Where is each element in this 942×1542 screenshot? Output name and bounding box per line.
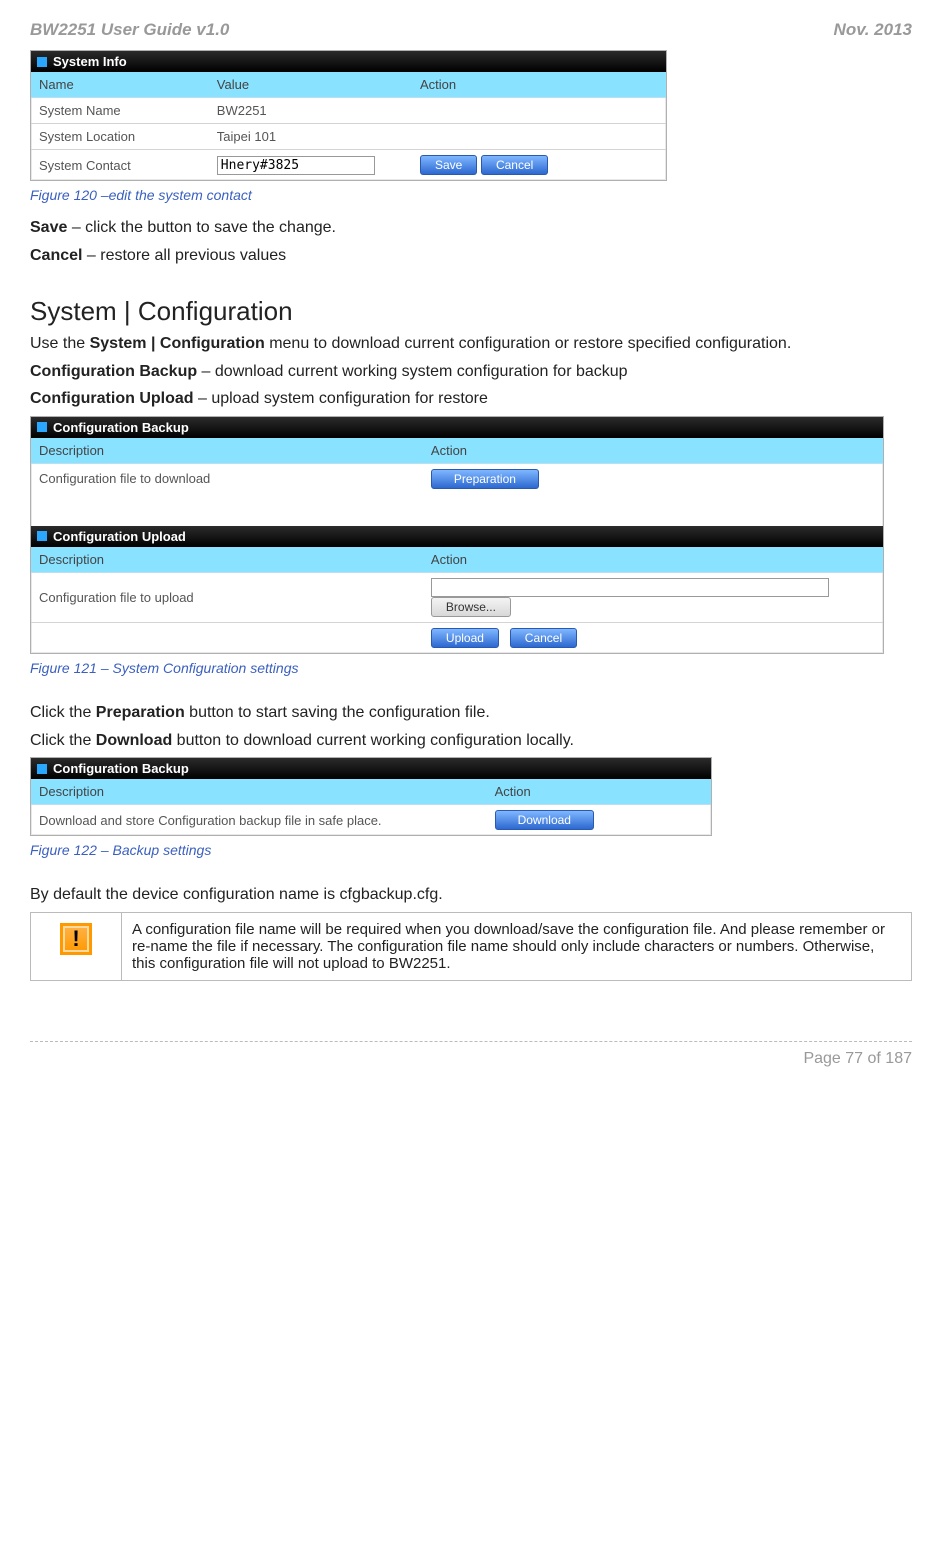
panel-title-config-upload: Configuration Upload	[31, 526, 883, 547]
cell-name: System Contact	[31, 150, 209, 181]
figure-caption-122: Figure 122 – Backup settings	[30, 842, 912, 858]
col-description: Description	[31, 547, 423, 573]
col-action: Action	[423, 438, 883, 464]
warning-text: A configuration file name will be requir…	[121, 913, 911, 980]
config-backup-table: Description Action Configuration file to…	[31, 438, 883, 526]
table-row: System Name BW2251	[31, 98, 666, 124]
header-right: Nov. 2013	[834, 20, 912, 40]
download-instruction: Click the Download button to download cu…	[30, 730, 912, 752]
table-row: System Location Taipei 101	[31, 124, 666, 150]
page-header: BW2251 User Guide v1.0 Nov. 2013	[30, 20, 912, 40]
browse-button[interactable]: Browse...	[431, 597, 511, 617]
default-name-text: By default the device configuration name…	[30, 884, 912, 906]
cell-description: Configuration file to upload	[31, 572, 423, 622]
header-left: BW2251 User Guide v1.0	[30, 20, 229, 40]
col-action: Action	[487, 779, 711, 805]
panel-title-download: Configuration Backup	[31, 758, 711, 779]
preparation-button[interactable]: Preparation	[431, 469, 539, 489]
page-footer: Page 77 of 187	[30, 1041, 912, 1068]
save-button[interactable]: Save	[420, 155, 477, 175]
table-row: System Contact Save Cancel	[31, 150, 666, 181]
table-row: Configuration file to upload Browse...	[31, 572, 883, 622]
col-description: Description	[31, 779, 487, 805]
download-panel: Configuration Backup Description Action …	[30, 757, 712, 836]
figure-caption-120: Figure 120 –edit the system contact	[30, 187, 912, 203]
square-icon	[37, 764, 47, 774]
section-heading: System | Configuration	[30, 296, 912, 327]
cancel-upload-button[interactable]: Cancel	[510, 628, 577, 648]
col-action: Action	[412, 72, 666, 98]
system-contact-input[interactable]	[217, 156, 375, 175]
cell-value: BW2251	[209, 98, 412, 124]
upload-button[interactable]: Upload	[431, 628, 499, 648]
cell-description: Download and store Configuration backup …	[31, 805, 487, 836]
col-description: Description	[31, 438, 423, 464]
download-button[interactable]: Download	[495, 810, 594, 830]
col-action: Action	[423, 547, 883, 573]
cell-description: Configuration file to download	[31, 463, 423, 494]
panel-title-config-backup: Configuration Backup	[31, 417, 883, 438]
table-row: Download and store Configuration backup …	[31, 805, 711, 836]
col-value: Value	[209, 72, 412, 98]
panel-title-text: Configuration Upload	[53, 529, 186, 544]
config-upload-table: Description Action Configuration file to…	[31, 547, 883, 653]
cell-name: System Location	[31, 124, 209, 150]
save-description: Save – click the button to save the chan…	[30, 217, 912, 239]
upload-path-input[interactable]	[431, 578, 829, 597]
table-row: Upload Cancel	[31, 622, 883, 653]
panel-title-system-info: System Info	[31, 51, 666, 72]
cancel-description: Cancel – restore all previous values	[30, 245, 912, 267]
system-info-panel: System Info Name Value Action System Nam…	[30, 50, 667, 181]
exclamation-icon: !	[60, 923, 92, 955]
config-intro: Use the System | Configuration menu to d…	[30, 333, 912, 355]
square-icon	[37, 531, 47, 541]
config-backup-upload-panel: Configuration Backup Description Action …	[30, 416, 884, 654]
config-upload-line: Configuration Upload – upload system con…	[30, 388, 912, 410]
panel-title-text: Configuration Backup	[53, 761, 189, 776]
warning-note: ! A configuration file name will be requ…	[30, 912, 912, 981]
cell-value: Taipei 101	[209, 124, 412, 150]
preparation-instruction: Click the Preparation button to start sa…	[30, 702, 912, 724]
warning-icon: !	[31, 913, 121, 980]
square-icon	[37, 422, 47, 432]
cell-name: System Name	[31, 98, 209, 124]
figure-caption-121: Figure 121 – System Configuration settin…	[30, 660, 912, 676]
square-icon	[37, 57, 47, 67]
cancel-button[interactable]: Cancel	[481, 155, 548, 175]
panel-title-text: Configuration Backup	[53, 420, 189, 435]
panel-title-text: System Info	[53, 54, 127, 69]
table-row: Configuration file to download Preparati…	[31, 463, 883, 494]
download-table: Description Action Download and store Co…	[31, 779, 711, 835]
config-backup-line: Configuration Backup – download current …	[30, 361, 912, 383]
col-name: Name	[31, 72, 209, 98]
system-info-table: Name Value Action System Name BW2251 Sys…	[31, 72, 666, 180]
